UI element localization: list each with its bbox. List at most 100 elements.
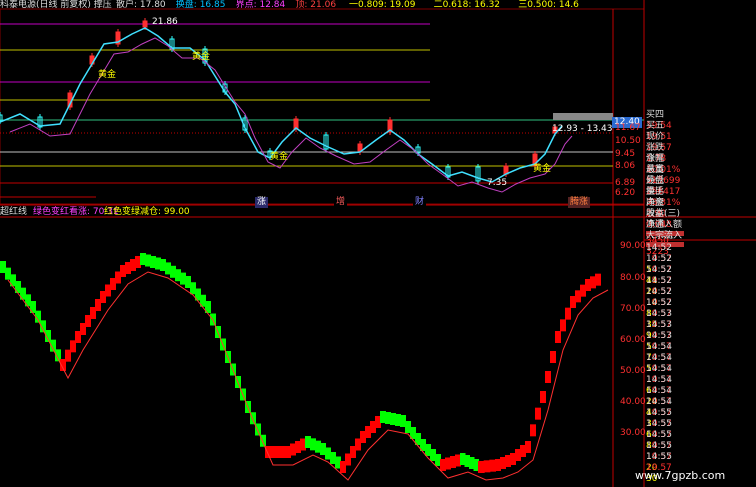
top-indicator-item: 界点: 12.84 <box>235 0 286 10</box>
oscillator-bar <box>530 424 536 437</box>
top-indicator-item: 换盘: 16.85 <box>175 0 226 10</box>
oscillator-bar <box>525 441 531 453</box>
quote-row: 换手 33.31% 股本 <box>646 187 756 219</box>
tick-row[interactable]: 14:52 19.57 5 <box>646 243 756 275</box>
tick-row[interactable]: 14:54 19.57 4 <box>646 386 756 418</box>
indicator-value-2: 红色变绿减仓: 99.00 <box>104 207 190 217</box>
event-marker: 财 <box>413 197 427 208</box>
tick-time: 14:55 <box>646 419 672 429</box>
tick-row[interactable]: 14:52 19.57 35 <box>646 298 756 330</box>
oscillator-bar <box>595 273 601 286</box>
tick-time: 14:54 <box>646 364 672 374</box>
indicator-axis-tick: 60.00 <box>620 335 646 345</box>
oscillator-bar <box>535 407 541 420</box>
tick-time: 14:52 <box>646 287 672 297</box>
quote-row: 收益(三) 0.048 PE(动) <box>646 209 756 241</box>
stock-terminal: 科泰电源(日线 前复权) 撑压 散户: 17.80 换盘: 16.85 界点: 12… <box>0 0 756 487</box>
tick-row[interactable]: 14:55 19.57 8 <box>646 419 756 451</box>
tick-row[interactable]: 14:54 19.57 1 <box>646 353 756 385</box>
tick-row[interactable]: 14:53 19.57 5 <box>646 320 756 352</box>
flow-row: 大宗流入 3223 <box>646 231 756 257</box>
tick-time: 14:54 <box>646 375 672 385</box>
tick-time: 14:55 <box>646 452 672 462</box>
gold-signal-4: 黄金 <box>533 164 552 174</box>
oscillator-bar <box>540 391 546 403</box>
quote-row: 涨跌 1.78 最高 <box>646 143 756 175</box>
indicator-axis-tick: 40.00 <box>620 397 646 407</box>
oscillator-bar <box>545 371 551 383</box>
tick-time: 14:52 <box>646 276 672 286</box>
top-indicator-item: 二0.618: 16.32 <box>433 0 501 10</box>
flow-row: 净流入额 3450 <box>646 220 756 246</box>
tick-time: 14:53 <box>646 320 672 330</box>
quote-row: 现价 19.57 今开 <box>646 132 756 164</box>
quote-row: 净资 2.90 流通 <box>646 198 756 230</box>
top-indicator-item: 一0.809: 19.09 <box>349 0 416 10</box>
quote-row: 总量 515699 量比 <box>646 165 756 197</box>
tick-row[interactable]: 14:52 19.57 20 <box>646 265 756 297</box>
quote-row: 买四 19.54 <box>646 110 756 131</box>
indicator-axis-tick: 50.00 <box>620 366 646 376</box>
quote-label: 涨幅 <box>646 154 665 164</box>
event-marker: 涨 <box>255 197 269 208</box>
tick-row[interactable]: 14:52 19.57 8 <box>646 287 756 319</box>
tick-row[interactable]: 14:54 19.57 5 <box>646 342 756 374</box>
indicator-axis-tick: 90.00 <box>620 241 646 251</box>
tick-row[interactable]: 14:54 19.57 6 <box>646 364 756 396</box>
flow-label: 大宗流入 <box>646 231 683 241</box>
quote-row: 外盘 256417 内盘 <box>646 176 756 208</box>
indicator-name: 超红线 <box>0 207 28 217</box>
quote-label: 总量 <box>646 165 665 175</box>
gold-signal-1: 黄金 <box>98 70 117 80</box>
top-indicator-item: 散户: 17.80 <box>116 0 166 10</box>
event-marker: 增 <box>334 197 348 208</box>
watermark: www.7gpzb.com <box>635 469 726 482</box>
quote-row: 涨幅 10.01% 最低 <box>646 154 756 186</box>
tick-time: 14:52 <box>646 265 672 275</box>
tick-time: 14:52 <box>646 243 672 253</box>
quote-label: 涨跌 <box>646 143 665 153</box>
tick-row[interactable]: 14:52 19.57 10 <box>646 276 756 308</box>
indicator-axis-tick: 80.00 <box>620 273 646 283</box>
event-marker: 腾涨 <box>568 197 591 208</box>
window-title: 科泰电源(日线 前复权) 撑压 <box>0 0 112 10</box>
tick-row[interactable]: 14:55 19.57 6 <box>646 408 756 440</box>
tick-row[interactable]: 14:54 19.57 3 <box>646 397 756 429</box>
indicator-axis-tick: 30.00 <box>620 428 646 438</box>
tick-time: 14:52 <box>646 298 672 308</box>
price-axis-tick: 10.50 <box>615 136 641 146</box>
tick-time: 14:53 <box>646 309 672 319</box>
tick-row[interactable]: 14:52 19.57 41 <box>646 254 756 286</box>
quote-label: 买五 <box>646 121 665 131</box>
tick-row[interactable]: 14:54 19.57 20 <box>646 375 756 407</box>
tick-time: 14:52 <box>646 254 672 264</box>
quote-label: 换手 <box>646 187 665 197</box>
tick-time: 14:55 <box>646 441 672 451</box>
tick-time: 14:54 <box>646 386 672 396</box>
range-label: 12.93 - 13.43 <box>552 124 613 134</box>
tick-time: 14:54 <box>646 342 672 352</box>
quote-row: 买五 19.51 <box>646 121 756 142</box>
tick-row[interactable]: 14:55 19.57 20 <box>646 441 756 473</box>
tick-row[interactable]: 14:55 19.57 30 <box>646 452 756 484</box>
high-price-label: 21.86 <box>152 17 178 27</box>
top-indicator-item: 三0.500: 14.6 <box>518 0 579 10</box>
tick-time: 14:53 <box>646 331 672 341</box>
price-axis-tick: 6.20 <box>615 188 636 198</box>
price-axis-tick: 11.67 <box>615 123 641 133</box>
tick-row[interactable]: 14:53 19.57 9 <box>646 309 756 341</box>
tick-time: 14:54 <box>646 353 672 363</box>
quote-label: 收益(三) <box>646 209 681 219</box>
tick-time: 14:55 <box>646 430 672 440</box>
oscillator-bar <box>483 460 491 473</box>
low-price-label: 7.35 <box>487 178 508 188</box>
range-box <box>553 113 613 120</box>
tick-row[interactable]: 14:53 19.57 7 <box>646 331 756 363</box>
tick-row[interactable]: 14:55 19.57 1 <box>646 430 756 462</box>
oscillator-bar <box>565 307 571 320</box>
quote-label: 买四 <box>646 110 665 120</box>
oscillator-bar <box>560 319 566 332</box>
price-axis-tick: 9.45 <box>615 149 636 159</box>
quote-label: 外盘 <box>646 176 665 186</box>
gold-signal-3: 黄金 <box>270 152 289 162</box>
